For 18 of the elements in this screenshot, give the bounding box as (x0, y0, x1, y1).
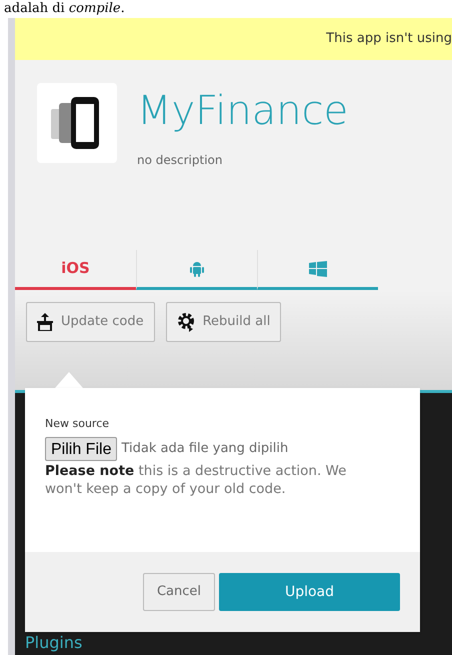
field-label: New source (45, 416, 110, 432)
upload-icon (37, 313, 53, 331)
app-description: no description (137, 152, 224, 169)
rebuild-button[interactable]: Rebuild all (166, 302, 282, 342)
plugins-link[interactable]: Plugins (25, 633, 82, 653)
android-icon (190, 260, 204, 276)
file-button[interactable]: Pilih File (45, 436, 118, 460)
cancel-button[interactable]: Cancel (143, 573, 215, 611)
banner-text: This app isn't using (326, 30, 452, 48)
upload-button[interactable]: Upload (219, 573, 400, 611)
document-caption: adalah di compile. (3, 0, 126, 18)
gear-icon (176, 312, 195, 332)
update-code-button[interactable]: Update code (26, 302, 155, 342)
warning-note: Please note this is a destructive action. We won't keep a copy of your old code. (45, 462, 348, 498)
file-status: Tidak ada file yang dipilih (121, 440, 288, 458)
app-icon (37, 83, 117, 163)
app-title: MyFinance (137, 87, 348, 136)
windows-icon (309, 260, 327, 276)
